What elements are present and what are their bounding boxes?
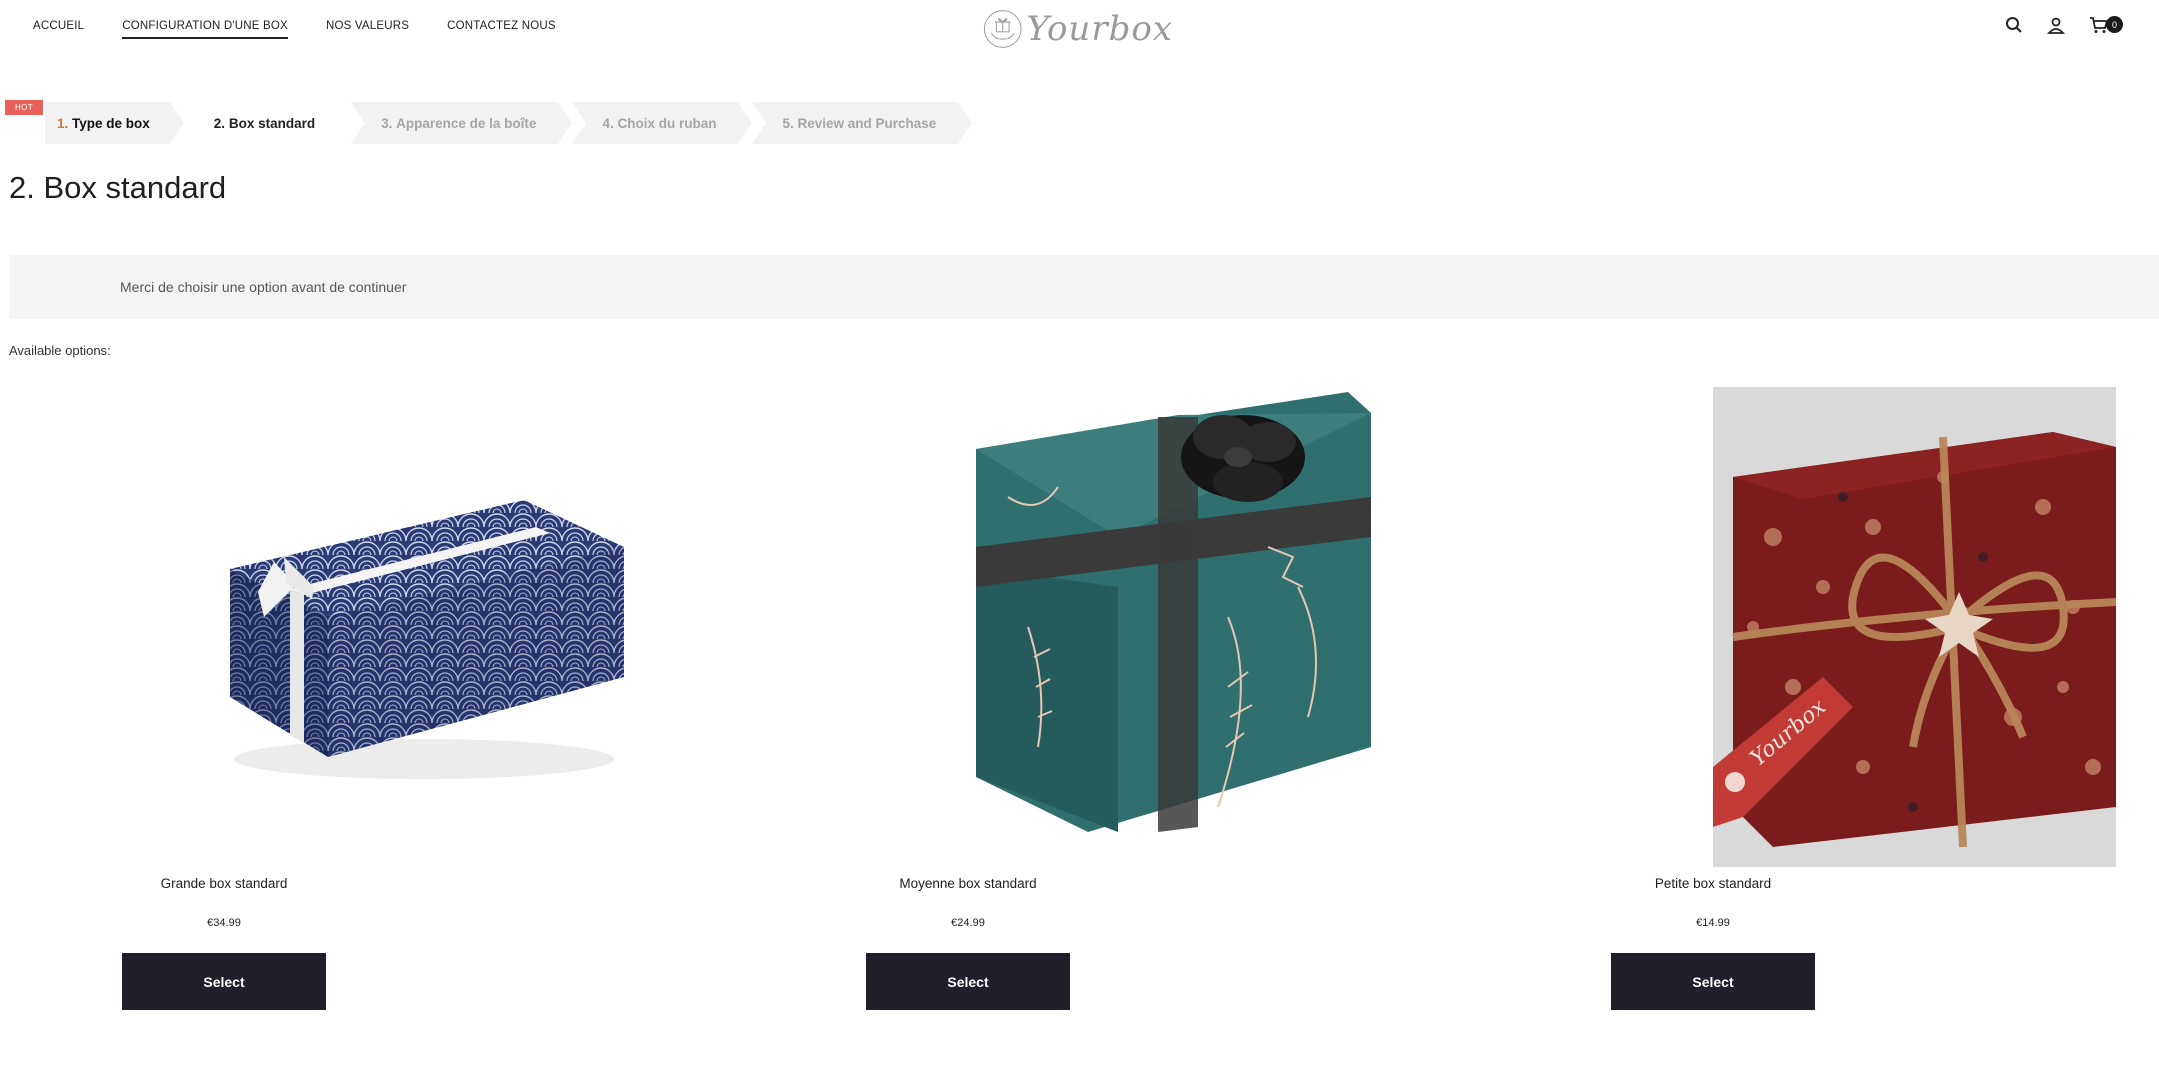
- step-type-de-box[interactable]: 1. Type de box: [45, 102, 184, 144]
- step-number: 1.: [57, 115, 69, 131]
- user-icon[interactable]: [2045, 14, 2067, 36]
- product-image-large-box[interactable]: [224, 387, 627, 867]
- select-button[interactable]: Select: [122, 953, 326, 1010]
- step-number: 3.: [381, 115, 393, 131]
- step-number: 2.: [213, 115, 226, 131]
- product-price: €14.99: [1696, 917, 1730, 929]
- step-choix-du-ruban[interactable]: 4. Choix du ruban: [572, 102, 753, 144]
- main-nav: ACCUEIL CONFIGURATION D'UNE BOX NOS VALE…: [33, 20, 594, 39]
- notice-banner: Merci de choisir une option avant de con…: [9, 255, 2159, 319]
- step-number: 5.: [782, 115, 794, 131]
- cart-icon[interactable]: 0: [2087, 14, 2123, 36]
- product-price: €34.99: [207, 917, 241, 929]
- notice-text: Merci de choisir une option avant de con…: [120, 279, 407, 295]
- select-button[interactable]: Select: [1611, 953, 1815, 1010]
- product-name: Petite box standard: [1654, 876, 1772, 891]
- nav-item-nos-valeurs[interactable]: NOS VALEURS: [326, 20, 409, 39]
- available-options-label: Available options:: [9, 343, 111, 358]
- cart-count-badge: 0: [2106, 16, 2123, 33]
- header-actions: 0: [1983, 14, 2123, 36]
- product-image-medium-box[interactable]: [968, 387, 1371, 867]
- step-apparence[interactable]: 3. Apparence de la boîte: [351, 102, 573, 144]
- step-label: Apparence de la boîte: [396, 115, 537, 131]
- product-name: Grande box standard: [160, 876, 288, 891]
- select-button[interactable]: Select: [866, 953, 1070, 1010]
- step-label: Review and Purchase: [797, 115, 937, 131]
- step-review-purchase[interactable]: 5. Review and Purchase: [752, 102, 973, 144]
- brand-logo[interactable]: Yourbox: [983, 0, 1173, 58]
- step-number: 4.: [602, 115, 614, 131]
- product-image-small-box[interactable]: Yourbox: [1713, 387, 2116, 867]
- step-box-standard[interactable]: 2. Box standard: [183, 102, 352, 144]
- config-steps: 1. Type de box 2. Box standard 3. Appare…: [45, 102, 973, 144]
- step-label: Box standard: [228, 115, 316, 131]
- brand-name: Yourbox: [1026, 9, 1173, 49]
- nav-item-contactez-nous[interactable]: CONTACTEZ NOUS: [447, 20, 556, 39]
- hot-badge: HOT: [5, 100, 44, 115]
- gift-hands-logo-icon: [983, 10, 1022, 48]
- nav-item-configuration[interactable]: CONFIGURATION D'UNE BOX: [122, 20, 288, 39]
- step-label: Type de box: [72, 115, 150, 131]
- product-price: €24.99: [951, 917, 985, 929]
- search-icon[interactable]: [2003, 14, 2025, 36]
- nav-item-accueil[interactable]: ACCUEIL: [33, 20, 84, 39]
- step-label: Choix du ruban: [617, 115, 717, 131]
- page-title: 2. Box standard: [9, 170, 227, 205]
- product-name: Moyenne box standard: [899, 876, 1037, 891]
